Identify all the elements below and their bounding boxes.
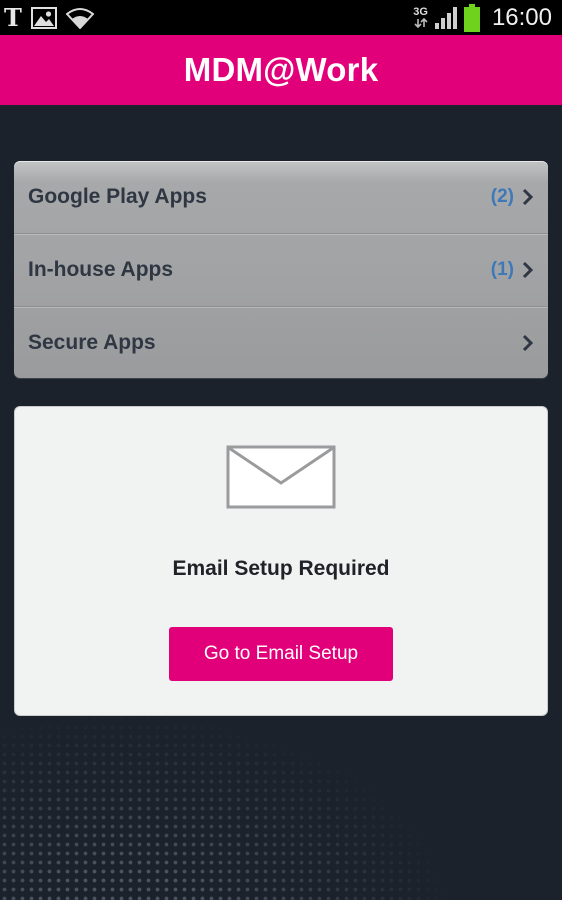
menu-item-label: Secure Apps xyxy=(28,331,156,354)
status-bar-notifications: T xyxy=(4,4,94,31)
app-header: MDM@Work xyxy=(0,35,562,105)
status-bar-system: 3G 16:00 xyxy=(413,2,552,33)
chevron-right-icon xyxy=(522,261,534,279)
email-setup-title: Email Setup Required xyxy=(172,557,390,580)
t-mobile-logo-icon: T xyxy=(4,2,22,32)
go-to-email-setup-button[interactable]: Go to Email Setup xyxy=(169,627,393,681)
status-bar: T 3G 16:00 xyxy=(0,0,562,35)
menu-item-count: (1) xyxy=(490,259,514,280)
chevron-right-icon xyxy=(522,188,534,206)
battery-icon xyxy=(463,3,480,32)
menu-item-google-play-apps[interactable]: Google Play Apps (2) xyxy=(14,161,548,234)
envelope-icon xyxy=(226,445,336,509)
chevron-right-icon xyxy=(522,334,534,352)
network-type-label: 3G xyxy=(413,6,428,18)
gallery-icon xyxy=(30,6,57,29)
menu-item-label: Google Play Apps xyxy=(28,185,207,208)
menu-item-count: (2) xyxy=(490,186,514,207)
menu-item-secure-apps[interactable]: Secure Apps xyxy=(14,307,548,378)
app-screen: T 3G 16:00 MDM@Work Google Play Apps (2)… xyxy=(0,0,562,900)
data-transfer-icon: 3G xyxy=(413,7,428,28)
signal-icon xyxy=(434,6,457,29)
apps-menu: Google Play Apps (2) In-house Apps (1) S… xyxy=(14,161,548,378)
email-setup-card: Email Setup Required Go to Email Setup xyxy=(14,406,548,716)
wifi-icon xyxy=(65,7,94,29)
status-clock: 16:00 xyxy=(491,3,552,31)
app-title: MDM@Work xyxy=(183,51,379,88)
menu-item-label: In-house Apps xyxy=(28,258,174,281)
menu-item-in-house-apps[interactable]: In-house Apps (1) xyxy=(14,234,548,307)
